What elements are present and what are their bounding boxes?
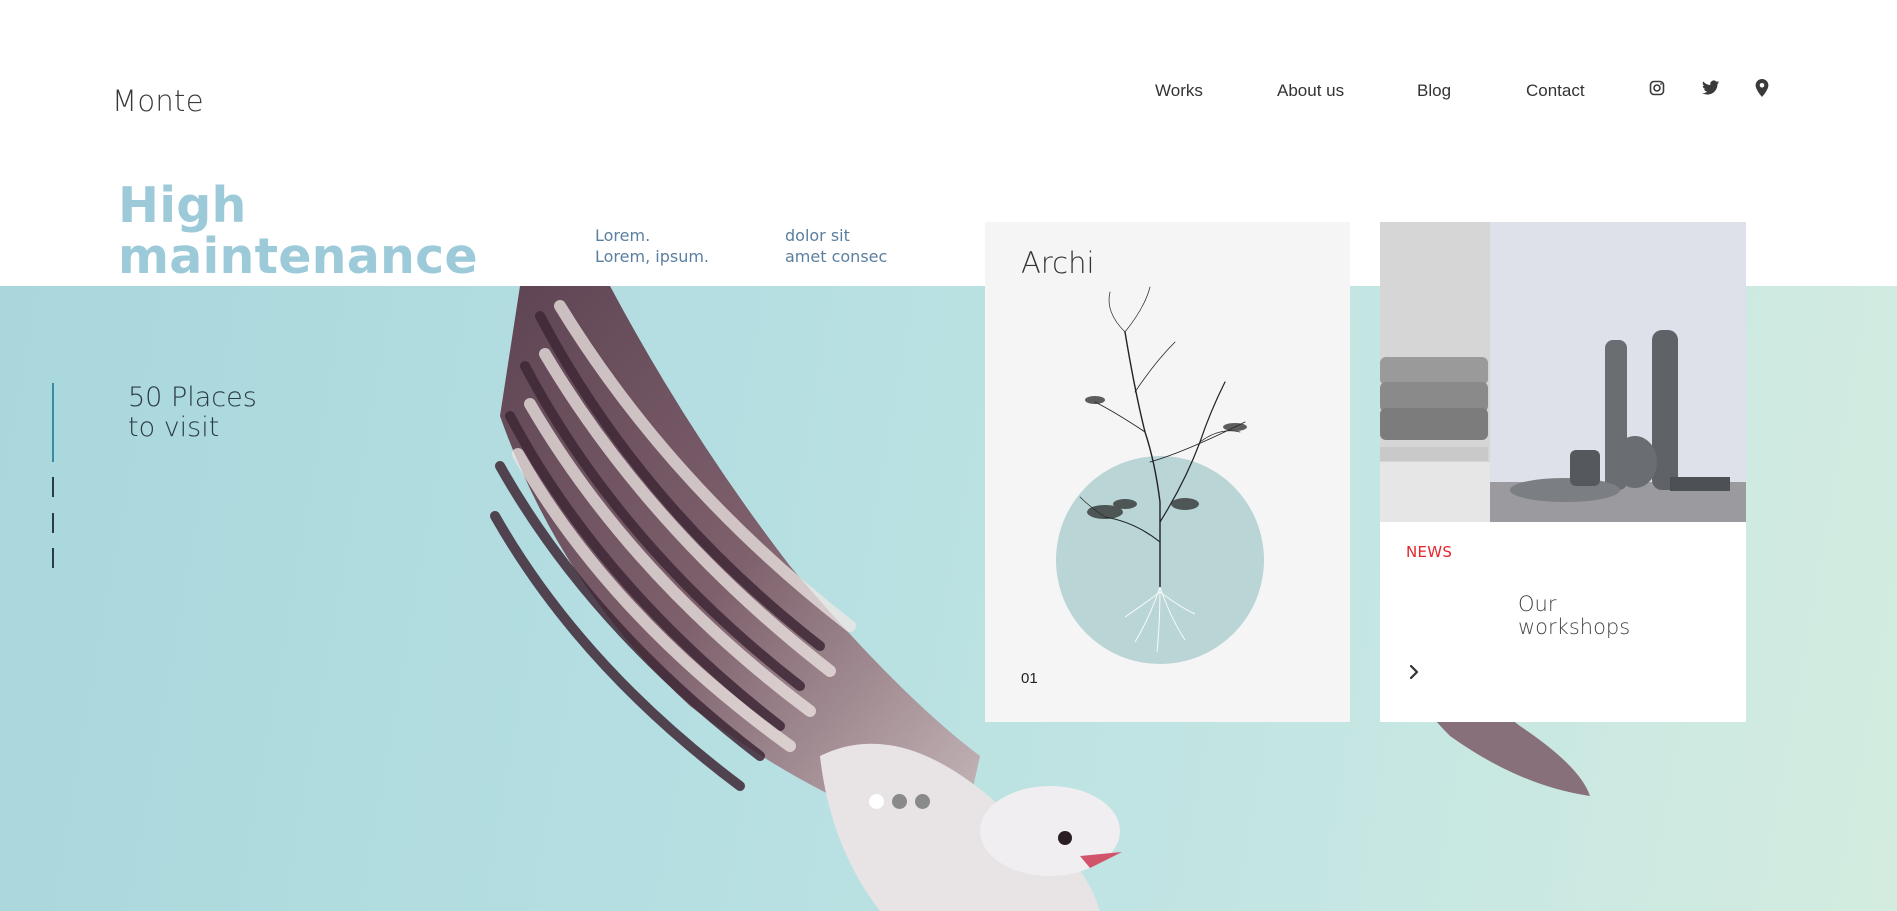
twitter-icon[interactable] [1702, 80, 1720, 98]
slider-dot-2[interactable] [892, 794, 907, 809]
location-pin-icon[interactable] [1755, 79, 1773, 97]
hero-title-line2: maintenance [118, 228, 478, 285]
news-title-line2: workshops [1518, 615, 1631, 639]
brand-logo[interactable]: Monte [112, 84, 204, 118]
lorem-text: Lorem, ipsum. [595, 247, 709, 266]
side-caption-line1: 50 Places [128, 382, 257, 413]
hero-title: High maintenance [118, 180, 478, 282]
news-title: Our workshops [1518, 593, 1630, 639]
lorem-text: Lorem. [595, 226, 651, 245]
side-nav-active-bar[interactable] [52, 383, 54, 462]
side-nav-tick[interactable] [52, 513, 54, 533]
side-caption-line2: to visit [128, 412, 220, 443]
nav-blog[interactable]: Blog [1417, 81, 1451, 101]
slider-dot-3[interactable] [915, 794, 930, 809]
lorem-text: amet consec [785, 247, 888, 266]
nav-about-us[interactable]: About us [1277, 81, 1344, 101]
nav-contact[interactable]: Contact [1526, 81, 1585, 101]
instagram-icon[interactable] [1649, 80, 1667, 98]
side-caption: 50 Places to visit [128, 383, 257, 443]
hero-title-line1: High [118, 177, 247, 234]
news-title-line1: Our [1518, 592, 1557, 616]
side-nav-tick[interactable] [52, 477, 54, 497]
lorem-text: dolor sit [785, 226, 850, 245]
nav-works[interactable]: Works [1155, 81, 1203, 101]
lorem-column-1: Lorem. Lorem, ipsum. [595, 225, 709, 267]
archi-card[interactable]: Archi 01 [985, 222, 1350, 722]
archi-card-number: 01 [1021, 670, 1038, 687]
tree-illustration [1056, 286, 1264, 664]
side-nav-tick[interactable] [52, 548, 54, 568]
chevron-right-icon[interactable] [1406, 664, 1422, 680]
slider-dot-1[interactable] [869, 794, 884, 809]
workshop-image [1380, 222, 1746, 522]
news-label: NEWS [1406, 543, 1453, 561]
news-card[interactable]: NEWS Our workshops [1380, 222, 1746, 722]
lorem-column-2: dolor sit amet consec [785, 225, 887, 267]
